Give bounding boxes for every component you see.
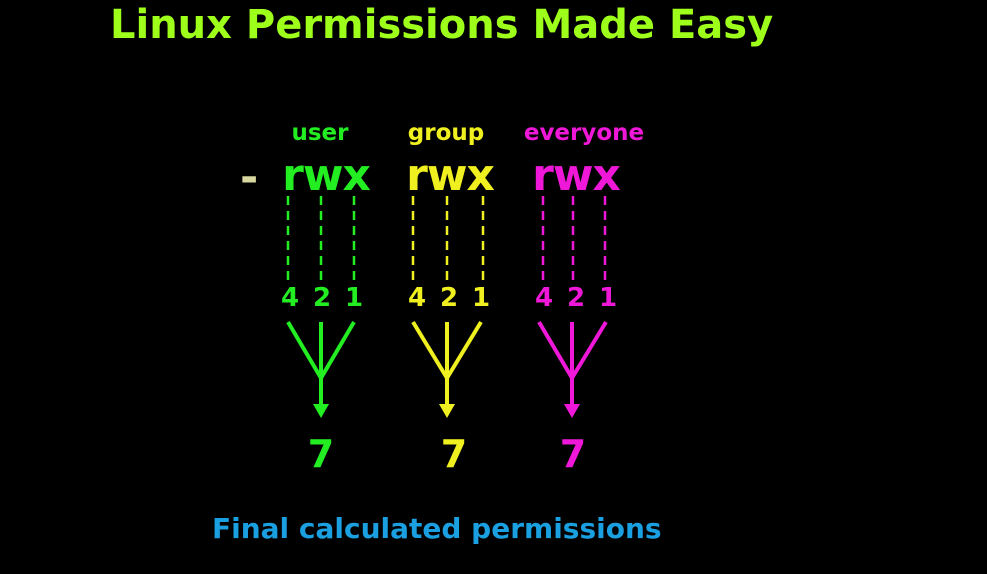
everyone-value-read: 4 bbox=[534, 283, 554, 313]
everyone-value-execute: 1 bbox=[598, 283, 618, 313]
everyone-arrowhead bbox=[564, 404, 580, 418]
group-value-write: 2 bbox=[439, 283, 459, 313]
group-value-execute: 1 bbox=[471, 283, 491, 313]
user-total: 7 bbox=[307, 432, 335, 476]
group-arrowhead bbox=[439, 404, 455, 418]
user-value-write: 2 bbox=[312, 283, 332, 313]
footer-caption: Final calculated permissions bbox=[212, 512, 662, 545]
group-merge-arrow bbox=[411, 320, 483, 408]
user-value-read: 4 bbox=[280, 283, 300, 313]
arrow-diagram bbox=[286, 196, 608, 418]
user-arrowhead bbox=[313, 404, 329, 418]
everyone-total: 7 bbox=[559, 432, 587, 476]
user-merge-arrow bbox=[286, 320, 356, 408]
everyone-merge-arrow bbox=[537, 320, 608, 408]
group-total: 7 bbox=[440, 432, 468, 476]
everyone-value-write: 2 bbox=[566, 283, 586, 313]
group-value-read: 4 bbox=[407, 283, 427, 313]
user-value-execute: 1 bbox=[344, 283, 364, 313]
